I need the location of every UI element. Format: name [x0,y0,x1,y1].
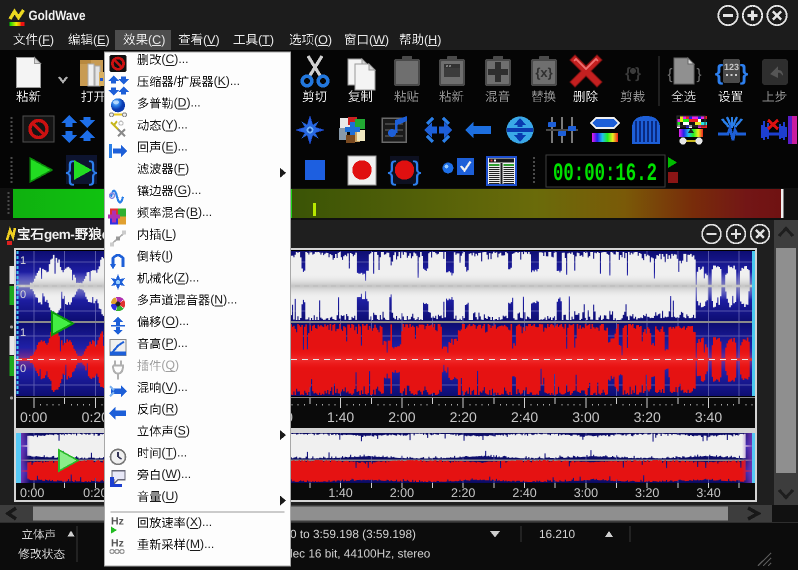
svg-text:1: 1 [20,327,26,339]
svg-text:1:40: 1:40 [327,409,354,425]
svg-text:(V)...: (V)... [161,380,187,394]
svg-text:(L): (L) [161,227,176,241]
svg-text:{: { [715,60,724,85]
svg-text:3:20: 3:20 [634,409,661,425]
svg-text:(H): (H) [424,33,441,47]
svg-text:(E): (E) [93,33,110,47]
svg-text:(B)...: (B)... [186,205,212,219]
svg-text:(N)...: (N)... [210,292,237,306]
svg-text:3:40: 3:40 [695,409,722,425]
svg-text:lec 16 bit, 44100Hz, stereo: lec 16 bit, 44100Hz, stereo [290,547,431,561]
svg-text:16.210: 16.210 [539,527,576,541]
svg-text:3:40: 3:40 [696,486,720,500]
svg-text:gem-: gem- [44,227,75,242]
svg-text:(X)...: (X)... [186,515,212,529]
svg-text:1:40: 1:40 [328,486,352,500]
svg-text:2:20: 2:20 [451,486,475,500]
svg-text:3:00: 3:00 [572,409,599,425]
svg-text:(P)...: (P)... [161,336,187,350]
svg-text:00:00:16.2: 00:00:16.2 [553,159,657,188]
svg-text:2:00: 2:00 [388,409,415,425]
svg-text:(K)...: (K)... [214,74,240,88]
svg-text:(O)...: (O)... [161,314,189,328]
svg-text:0 to 3:59.198 (3:59.198): 0 to 3:59.198 (3:59.198) [290,527,416,541]
svg-text:}: } [696,66,701,83]
svg-text:(R): (R) [161,402,178,416]
svg-text:(I): (I) [161,249,173,263]
svg-text:(G)...: (G)... [174,183,202,197]
svg-text:GoldWave: GoldWave [29,8,86,23]
svg-text:{: { [667,66,672,83]
svg-text:1: 1 [20,255,26,267]
svg-text:(E)...: (E)... [161,139,187,153]
svg-text:123: 123 [724,62,739,72]
svg-text:(F): (F) [38,33,54,47]
svg-text:2:40: 2:40 [512,486,536,500]
svg-text:3:00: 3:00 [574,486,598,500]
svg-text:}: } [740,60,749,85]
svg-text:Hz: Hz [111,516,124,528]
svg-text:2:20: 2:20 [450,409,477,425]
svg-text:(Z)...: (Z)... [174,271,200,285]
svg-text:0:00: 0:00 [20,486,44,500]
svg-text:(C): (C) [148,33,165,47]
svg-text:2:00: 2:00 [390,486,414,500]
svg-text:Hz: Hz [111,538,124,550]
svg-text:(V): (V) [203,33,220,47]
svg-text:(Q): (Q) [161,358,179,372]
svg-text:2:40: 2:40 [511,409,538,425]
svg-text:(W): (W) [369,33,389,47]
svg-text:{x}: {x} [535,65,552,80]
svg-text:(T)...: (T)... [161,445,187,459]
svg-text:(U): (U) [161,489,178,503]
svg-text:3:20: 3:20 [635,486,659,500]
svg-text:(D)...: (D)... [174,96,201,110]
svg-text:(S): (S) [174,424,190,438]
svg-text:{: { [65,156,74,186]
svg-text:(O): (O) [314,33,332,47]
svg-text:(Y)...: (Y)... [161,118,187,132]
svg-text:(C)...: (C)... [161,52,188,66]
svg-text:(T): (T) [258,33,274,47]
svg-text:0:00: 0:00 [20,409,47,425]
svg-text:(M)...: (M)... [186,537,215,551]
svg-text:0: 0 [20,363,26,375]
svg-text:0: 0 [20,289,26,301]
svg-text:(W)...: (W)... [161,467,191,481]
svg-text:(F): (F) [174,161,190,175]
